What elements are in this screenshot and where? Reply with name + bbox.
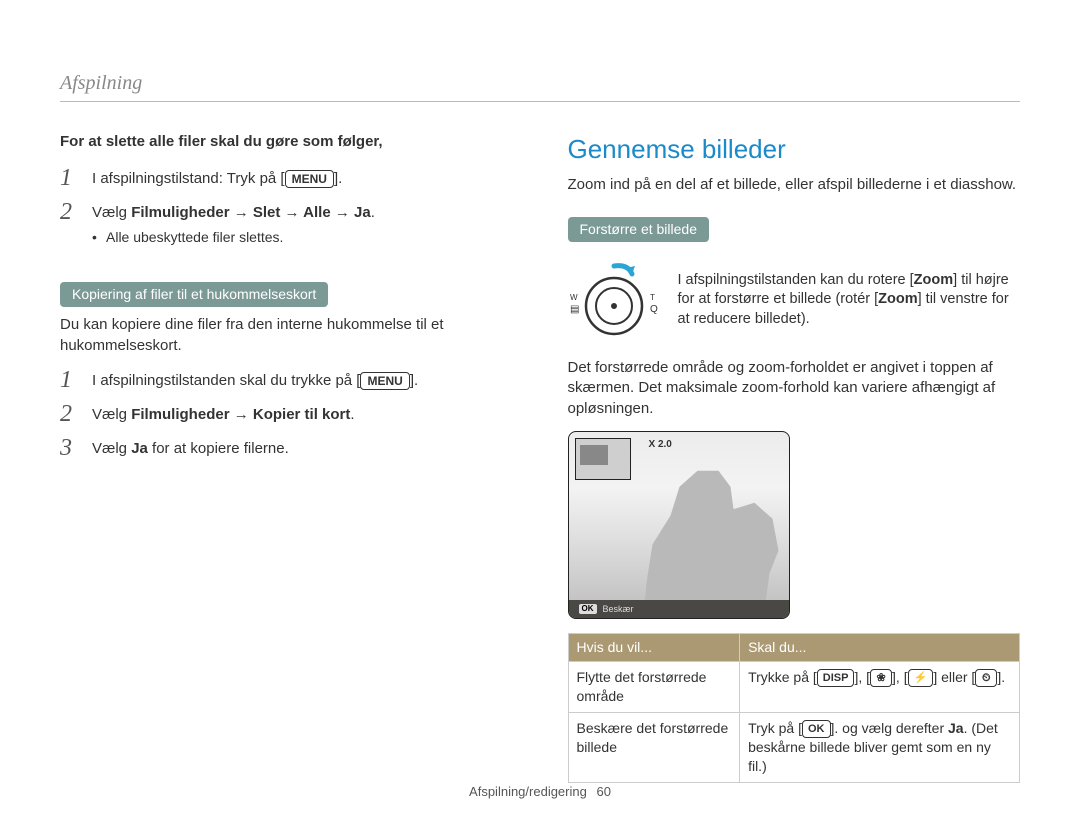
table-row: Beskære det forstørrede billede Tryk på …	[568, 712, 1020, 782]
left-column: For at slette alle filer skal du gøre so…	[60, 132, 513, 783]
step-text: Vælg	[92, 406, 131, 423]
step-text: Vælg	[92, 440, 131, 457]
copy-step-1: 1 I afspilningstilstanden skal du trykke…	[60, 368, 513, 392]
step-bold: Filmuligheder → Kopier til kort	[131, 406, 350, 423]
zoom-ratio-label: X 2.0	[649, 438, 672, 452]
photo-silhouette	[635, 458, 785, 618]
step-text: ].	[334, 170, 342, 187]
viewfinder-bottom-bar: OK Beskær	[569, 600, 789, 618]
step-text: I afspilningstilstand: Tryk på [	[92, 170, 285, 187]
macro-icon: ❀	[870, 669, 892, 687]
step-text: for at kopiere filerne.	[148, 440, 289, 457]
timer-icon: ⏲	[975, 669, 997, 687]
copy-files-pill: Kopiering af filer til et hukommelseskor…	[60, 282, 328, 307]
zoom-note: Det forstørrede område og zoom-forholdet…	[568, 358, 1021, 419]
table-header-if: Hvis du vil...	[568, 633, 740, 661]
crop-label: Beskær	[603, 603, 634, 615]
delete-step-2: 2 Vælg Filmuligheder → Slet → Alle → Ja.…	[60, 200, 513, 246]
copy-step-2: 2 Vælg Filmuligheder → Kopier til kort.	[60, 402, 513, 426]
delete-all-heading: For at slette alle filer skal du gøre so…	[60, 132, 513, 152]
enlarge-pill: Forstørre et billede	[568, 217, 709, 242]
flash-icon: ⚡	[908, 669, 934, 687]
table-row: Flytte det forstørrede område Trykke på …	[568, 661, 1020, 712]
svg-text:T: T	[650, 293, 655, 302]
step-bold: Filmuligheder → Slet → Alle → Ja	[131, 204, 371, 221]
browse-intro: Zoom ind på en del af et billede, eller …	[568, 175, 1021, 195]
step-number: 1	[60, 166, 82, 190]
step-number: 2	[60, 402, 82, 426]
svg-text:W: W	[570, 293, 578, 302]
zoom-dial-icon: W ▤ T Q	[568, 260, 660, 340]
viewfinder-preview: X 2.0 OK Beskær	[568, 431, 790, 619]
page-number: 60	[596, 784, 610, 799]
delete-step-1: 1 I afspilningstilstand: Tryk på [MENU].	[60, 166, 513, 190]
table-header-then: Skal du...	[740, 633, 1020, 661]
ok-icon: OK	[579, 604, 597, 615]
copy-files-desc: Du kan kopiere dine filer fra den intern…	[60, 315, 513, 356]
page-footer: Afspilning/redigering 60	[0, 783, 1080, 801]
step-number: 1	[60, 368, 82, 392]
svg-text:Q: Q	[650, 304, 658, 315]
actions-table: Hvis du vil... Skal du... Flytte det for…	[568, 633, 1021, 783]
svg-text:▤: ▤	[570, 304, 579, 315]
row-move-area: Flytte det forstørrede område	[568, 661, 740, 712]
step-note: Alle ubeskyttede filer slettes.	[92, 228, 513, 247]
zoom-minimap	[575, 438, 631, 480]
step-text: I afspilningstilstanden skal du trykke p…	[92, 372, 360, 389]
row-move-action: Trykke på [DISP], [❀], [⚡] eller [⏲].	[740, 661, 1020, 712]
zoom-desc: I afspilningstilstanden kan du rotere [Z…	[678, 271, 1021, 330]
zoom-instruction-row: W ▤ T Q I afspilningstilstanden kan du r…	[568, 260, 1021, 340]
right-column: Gennemse billeder Zoom ind på en del af …	[568, 132, 1021, 783]
ok-icon: OK	[802, 720, 831, 738]
browse-images-title: Gennemse billeder	[568, 132, 1021, 167]
step-number: 2	[60, 200, 82, 246]
step-text: ].	[410, 372, 418, 389]
step-text: .	[350, 406, 354, 423]
copy-step-3: 3 Vælg Ja for at kopiere filerne.	[60, 436, 513, 460]
step-text: Vælg	[92, 204, 131, 221]
menu-icon: MENU	[285, 170, 334, 188]
step-number: 3	[60, 436, 82, 460]
row-crop-area: Beskære det forstørrede billede	[568, 712, 740, 782]
disp-icon: DISP	[817, 669, 855, 687]
menu-icon: MENU	[360, 372, 409, 390]
section-breadcrumb: Afspilning	[60, 70, 1020, 102]
footer-label: Afspilning/redigering	[469, 784, 587, 799]
step-bold: Ja	[131, 440, 148, 457]
row-crop-action: Tryk på [OK]. og vælg derefter Ja. (Det …	[740, 712, 1020, 782]
step-text: .	[371, 204, 375, 221]
